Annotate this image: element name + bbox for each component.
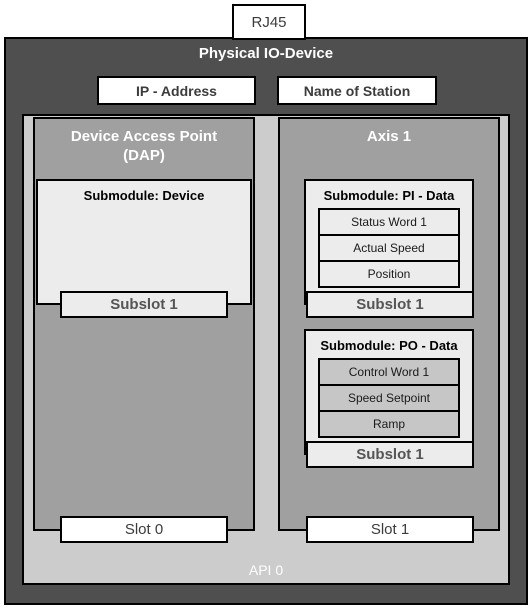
subslot-po-box: Subslot 1 xyxy=(306,441,474,468)
slot-0-title: Device Access Point (DAP) xyxy=(35,127,253,165)
subslot-pi-label: Subslot 1 xyxy=(356,296,424,313)
slot-0-title-line1: Device Access Point xyxy=(70,128,218,145)
table-row: Status Word 1 xyxy=(320,210,458,236)
rj45-label: RJ45 xyxy=(251,13,287,31)
ip-address-box: IP - Address xyxy=(97,76,256,105)
submodule-pi-data-title: Submodule: PI - Data xyxy=(323,188,455,203)
ip-address-label: IP - Address xyxy=(136,82,217,99)
slot-1-title-line1: Axis 1 xyxy=(366,128,412,145)
submodule-po-data-title: Submodule: PO - Data xyxy=(320,338,458,353)
submodule-device-box: Submodule: Device xyxy=(36,179,252,305)
submodule-po-data-box: Submodule: PO - Data Control Word 1 Spee… xyxy=(304,329,474,455)
slot-0-label: Slot 0 xyxy=(124,521,164,538)
slot-1-label: Slot 1 xyxy=(370,521,410,538)
subslot-po-label: Subslot 1 xyxy=(356,446,424,463)
name-of-station-box: Name of Station xyxy=(277,76,437,105)
po-data-row-group: Control Word 1 Speed Setpoint Ramp xyxy=(318,358,460,438)
table-row: Actual Speed xyxy=(320,236,458,262)
name-of-station-label: Name of Station xyxy=(303,82,411,99)
submodule-pi-data-box: Submodule: PI - Data Status Word 1 Actua… xyxy=(304,179,474,305)
submodule-device-title: Submodule: Device xyxy=(83,188,205,203)
table-row: Control Word 1 xyxy=(320,360,458,386)
slot-0-label-box: Slot 0 xyxy=(60,516,228,543)
table-row: Position xyxy=(320,262,458,286)
api-label: API 0 xyxy=(248,562,284,578)
rj45-connector: RJ45 xyxy=(232,4,306,40)
table-row: Ramp xyxy=(320,412,458,436)
pi-data-row-group: Status Word 1 Actual Speed Position xyxy=(318,208,460,288)
table-row: Speed Setpoint xyxy=(320,386,458,412)
physical-io-device-title: Physical IO-Device xyxy=(198,45,334,62)
slot-1-title: Axis 1 xyxy=(280,127,498,146)
subslot-dap-box: Subslot 1 xyxy=(60,291,228,318)
slot-0-title-line2: (DAP) xyxy=(123,147,165,164)
slot-1-label-box: Slot 1 xyxy=(306,516,474,543)
subslot-pi-box: Subslot 1 xyxy=(306,291,474,318)
subslot-dap-label: Subslot 1 xyxy=(110,296,178,313)
